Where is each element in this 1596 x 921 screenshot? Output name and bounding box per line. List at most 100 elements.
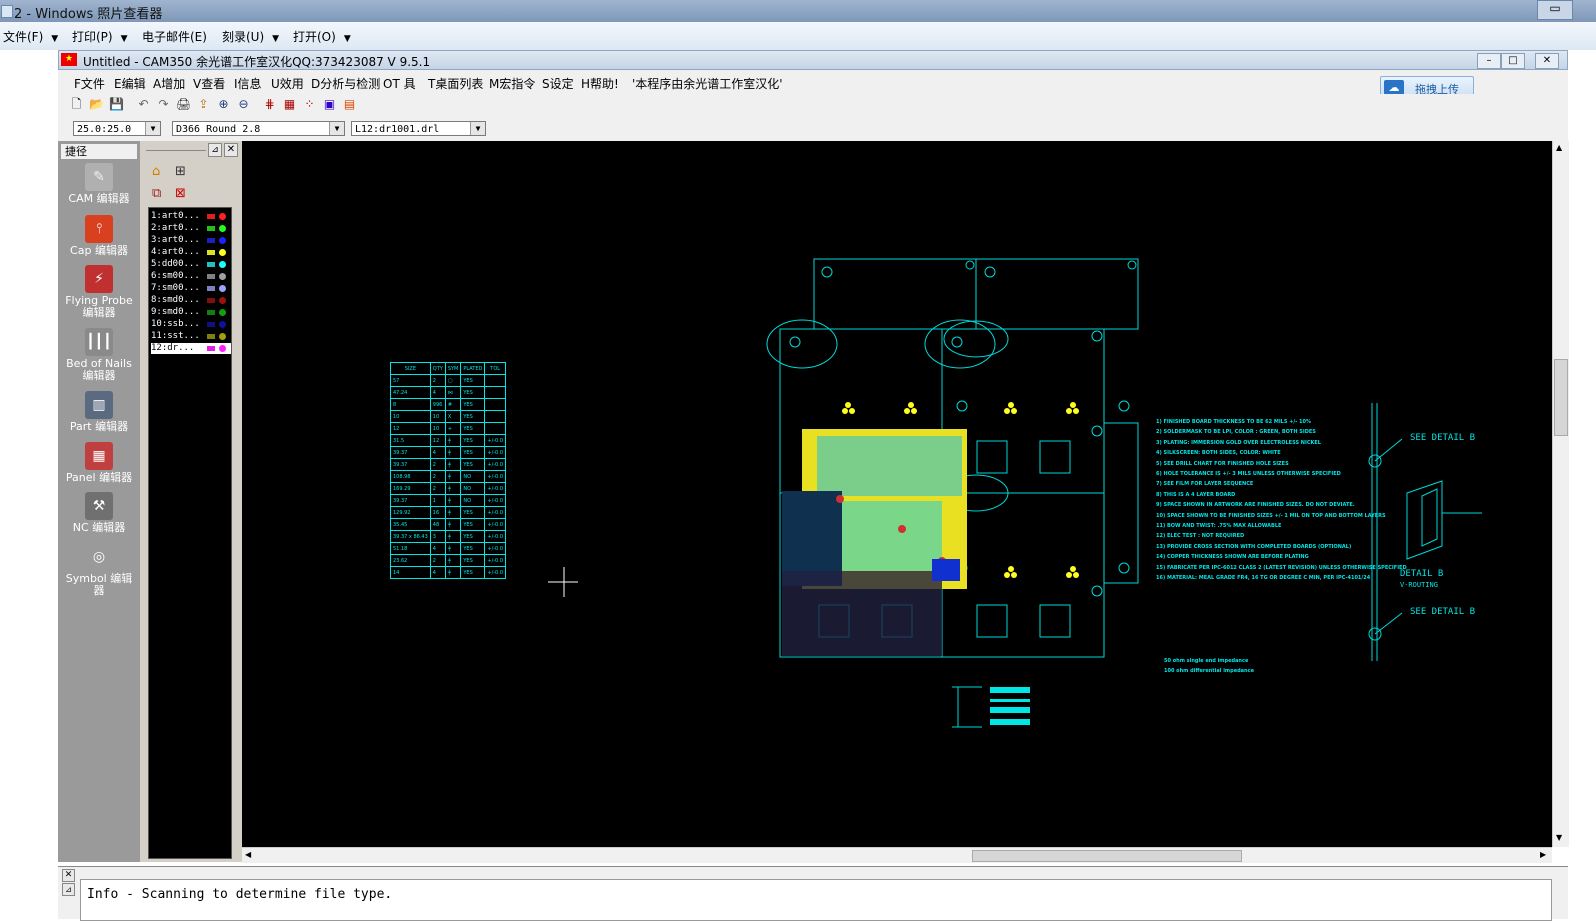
nc-editor-button[interactable]: ⚒ NC 编辑器 (58, 492, 140, 534)
redo-icon[interactable]: ↷ (155, 96, 172, 113)
menu-analysis[interactable]: D分析与检测 (311, 75, 380, 92)
layer-select[interactable]: L12:dr1001.drl ▼ (351, 121, 486, 136)
layer-palette-icon[interactable]: ▤ (341, 96, 358, 113)
open-file-icon[interactable]: 📂 (88, 96, 105, 113)
symbol-editor-button[interactable]: ◎ Symbol 编辑器 (64, 543, 134, 597)
drill-table-row: 23.62 2 ╪ YES +/-0.0 (390, 554, 507, 567)
drill-table-cell: 108.98 (390, 470, 431, 483)
save-icon[interactable]: 💾 (108, 96, 125, 113)
menu-edit[interactable]: E编辑 (114, 75, 146, 92)
layer-item[interactable]: 3:art0... (151, 235, 231, 246)
maximize-button[interactable]: □ (1501, 53, 1525, 69)
chevron-down-icon: ▼ (51, 34, 59, 44)
layer-item[interactable]: 2:art0... (151, 223, 231, 234)
drill-table-cell: YES (460, 398, 486, 411)
chevron-down-icon: ▼ (343, 34, 351, 44)
layer-color-icon[interactable]: ▣ (321, 96, 338, 113)
minimize-button[interactable]: – (1477, 53, 1501, 69)
menu-email[interactable]: 电子邮件(E) (142, 28, 207, 45)
close-icon[interactable]: ✕ (62, 869, 75, 882)
drill-table-cell: 4 (429, 542, 446, 555)
drill-table: SIZE QTY SYM PLATED TOL 57 2 ▢ YES 47.24 4 ⋈ YE… (390, 362, 507, 579)
layer-item[interactable]: 7:sm00... (151, 283, 231, 294)
horizontal-scrollbar[interactable]: ◀ ▶ (242, 847, 1552, 863)
menu-open[interactable]: 打开(O) ▼ (293, 28, 351, 45)
pcb-canvas[interactable]: SIZE QTY SYM PLATED TOL 57 2 ▢ YES 47.24 4 ⋈ YE… (242, 141, 1552, 847)
layer-item[interactable]: 4:art0... (151, 247, 231, 258)
snap-icon[interactable]: ⋕ (261, 96, 278, 113)
drill-table-cell: 10 (429, 422, 446, 435)
fabrication-note: 14) COPPER THICKNESS SHOWN ARE BEFORE PL… (1156, 554, 1309, 561)
scroll-right-icon[interactable]: ▶ (1540, 850, 1546, 859)
close-icon[interactable]: ✕ (224, 143, 238, 157)
flying-probe-editor-button[interactable]: ⚡ Flying Probe 编辑器 (64, 265, 134, 319)
drill-table-cell: 39.37 (390, 458, 431, 471)
pin-icon[interactable]: ⊿ (208, 143, 222, 157)
menu-tools[interactable]: OT 具 (383, 75, 416, 92)
scroll-down-icon[interactable]: ▼ (1556, 833, 1562, 842)
menu-view[interactable]: V查看 (193, 75, 225, 92)
menu-macro[interactable]: M宏指令 (489, 75, 535, 92)
menu-settings[interactable]: S设定 (542, 75, 574, 92)
new-file-icon[interactable]: 🗋 (68, 96, 85, 113)
drill-table-cell: ╪ (444, 458, 462, 471)
scroll-left-icon[interactable]: ◀ (245, 850, 251, 859)
undo-icon[interactable]: ↶ (135, 96, 152, 113)
layer-copy-icon[interactable]: ⧉ (152, 186, 161, 201)
cam-editor-icon: ✎ (85, 163, 113, 191)
import-icon[interactable]: ⇪ (195, 96, 212, 113)
vertical-scroll-thumb[interactable] (1554, 359, 1568, 436)
minimize-button[interactable]: ▭ (1537, 0, 1573, 20)
menu-print[interactable]: 打印(P) ▼ (72, 28, 128, 45)
menu-add[interactable]: A增加 (153, 75, 185, 92)
dcode-select[interactable]: D366 Round 2.8 ▼ (172, 121, 345, 136)
panel-editor-button[interactable]: ▦ Panel 编辑器 (58, 442, 140, 484)
grid-select[interactable]: 25.0:25.0 ▼ (73, 121, 161, 136)
layer-item[interactable]: 10:ssb... (151, 319, 231, 330)
info-message: Info - Scanning to determine file type. (87, 887, 393, 902)
print-icon[interactable]: 🖨 (175, 96, 192, 113)
layer-item-selected[interactable]: 12:dr... (151, 343, 231, 354)
drill-table-cell: X (444, 410, 462, 423)
layer-item[interactable]: 11:sst... (151, 331, 231, 342)
cap-editor-button[interactable]: ⫯ Cap 编辑器 (58, 215, 140, 257)
zoom-out-icon[interactable]: ⊖ (235, 96, 252, 113)
part-editor-button[interactable]: ▥ Part 编辑器 (58, 391, 140, 433)
layer-add-icon[interactable]: ⌂ (152, 164, 160, 179)
menu-burn[interactable]: 刻录(U) ▼ (222, 28, 279, 45)
grid-dots-icon[interactable]: ⁘ (301, 96, 318, 113)
menu-file[interactable]: F文件 (74, 75, 105, 92)
grid-icon[interactable]: ▦ (281, 96, 298, 113)
menu-info[interactable]: I信息 (234, 75, 262, 92)
vertical-scrollbar[interactable]: ▲ ▼ (1552, 141, 1569, 847)
layer-item[interactable]: 5:dd00... (151, 259, 231, 270)
horizontal-scroll-thumb[interactable] (972, 850, 1242, 862)
scroll-up-icon[interactable]: ▲ (1556, 143, 1562, 152)
menu-help[interactable]: H帮助! (581, 75, 619, 92)
drill-table-cell: +/-0.0 (484, 530, 507, 543)
photo-viewer-margin-left (0, 50, 58, 918)
drill-table-cell: 129.92 (390, 506, 431, 519)
pin-icon[interactable]: ⊿ (62, 883, 75, 896)
layer-item[interactable]: 8:smd0... (151, 295, 231, 306)
info-panel: ✕ ⊿ Info - Scanning to determine file ty… (58, 866, 1568, 921)
drill-table-row: 129.92 16 ╪ YES +/-0.0 (390, 506, 507, 519)
zoom-in-icon[interactable]: ⊕ (215, 96, 232, 113)
drill-table-cell: 2 (429, 374, 446, 387)
drill-table-row: 169.29 2 ╪ NO +/-0.0 (390, 482, 507, 495)
layer-delete-icon[interactable]: ⊠ (175, 186, 186, 201)
bed-of-nails-editor-button[interactable]: ┃┃┃ Bed of Nails 编辑器 (64, 328, 134, 382)
close-button[interactable]: ✕ (1535, 53, 1559, 69)
layer-item[interactable]: 6:sm00... (151, 271, 231, 282)
cam-editor-button[interactable]: ✎ CAM 编辑器 (58, 163, 140, 205)
layer-import-icon[interactable]: ⊞ (175, 164, 186, 179)
menu-file[interactable]: 文件(F) ▼ (3, 28, 58, 45)
menu-tables[interactable]: T桌面列表 (428, 75, 483, 92)
layer-item[interactable]: 9:smd0... (151, 307, 231, 318)
drill-table-row: 10 10 X YES (390, 410, 507, 423)
layer-item[interactable]: 1:art0... (151, 211, 231, 222)
drill-table-cell: 1 (429, 494, 446, 507)
menu-utilities[interactable]: U效用 (271, 75, 304, 92)
drill-table-cell: YES (460, 518, 486, 531)
menu-credits[interactable]: '本程序由余光谱工作室汉化' (632, 75, 783, 92)
